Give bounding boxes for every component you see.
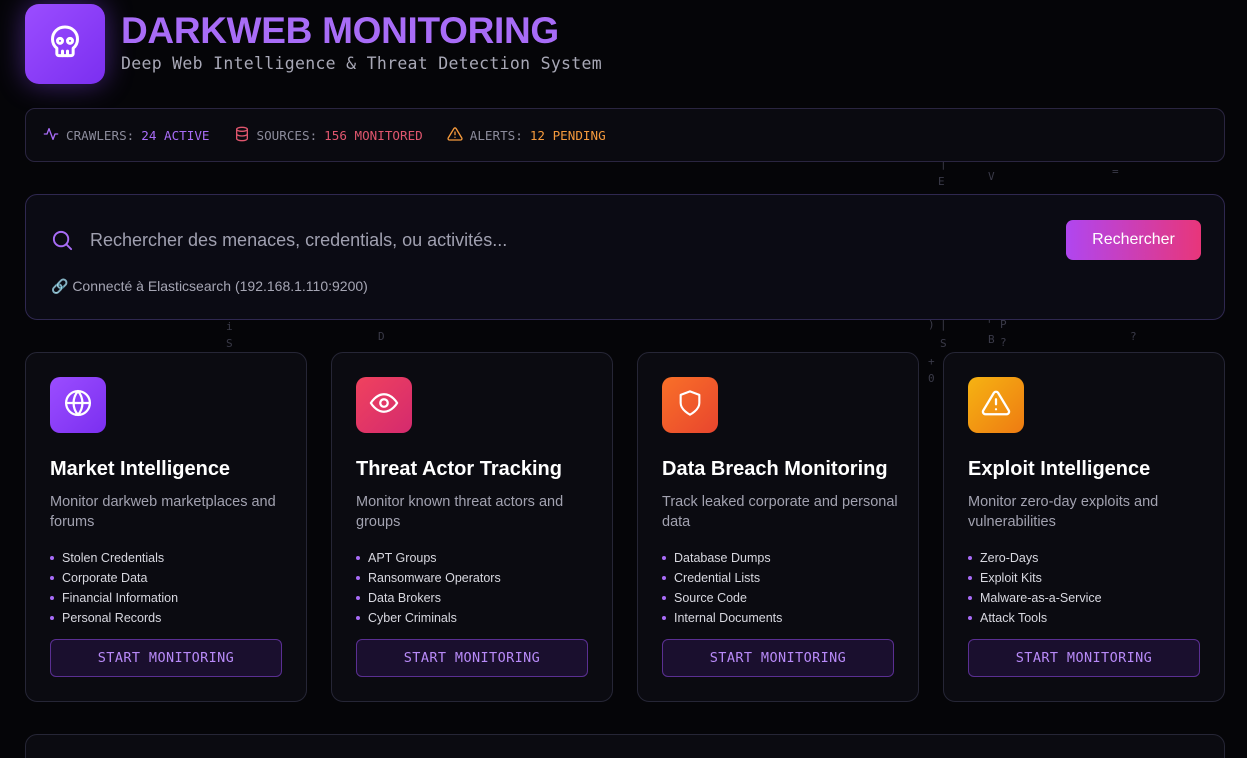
list-item: Corporate Data	[50, 568, 178, 588]
background-glyph: E	[938, 175, 945, 188]
status-crawlers: CRAWLERS: 24 ACTIVE	[43, 126, 210, 145]
status-alerts: ALERTS: 12 PENDING	[447, 126, 606, 145]
page-title: DARKWEB MONITORING	[121, 10, 559, 51]
card-feature-list: Database Dumps Credential Lists Source C…	[662, 548, 782, 628]
eye-icon	[369, 388, 399, 423]
card-feature-list: APT Groups Ransomware Operators Data Bro…	[356, 548, 501, 628]
card-description: Track leaked corporate and personal data	[662, 494, 898, 530]
card-icon-box	[356, 377, 412, 433]
page-subtitle: Deep Web Intelligence & Threat Detection…	[121, 54, 602, 73]
shield-icon	[676, 389, 704, 422]
card-icon-box	[50, 377, 106, 433]
background-glyph: B	[988, 333, 995, 346]
globe-icon	[63, 388, 93, 423]
status-value: 156 MONITORED	[324, 127, 423, 143]
list-item: Ransomware Operators	[356, 568, 501, 588]
list-item: Database Dumps	[662, 548, 782, 568]
card-description: Monitor zero-day exploits and vulnerabil…	[968, 494, 1159, 530]
card-feature-list: Zero-Days Exploit Kits Malware-as-a-Serv…	[968, 548, 1102, 628]
list-item: Internal Documents	[662, 608, 782, 628]
list-item: Zero-Days	[968, 548, 1102, 568]
background-glyph: ?	[1000, 336, 1007, 349]
search-button[interactable]: Rechercher	[1066, 220, 1201, 260]
list-item: Cyber Criminals	[356, 608, 501, 628]
card-title: Threat Actor Tracking	[356, 458, 562, 480]
card-icon-box	[662, 377, 718, 433]
card-description: Monitor known threat actors and groups	[356, 494, 564, 530]
card-feature-list: Stolen Credentials Corporate Data Financ…	[50, 548, 178, 628]
start-monitoring-button[interactable]: START MONITORING	[356, 639, 588, 677]
background-glyph: S	[940, 337, 947, 350]
search-panel: Rechercher 🔗 Connecté à Elasticsearch (1…	[25, 194, 1225, 320]
card-title: Exploit Intelligence	[968, 458, 1151, 480]
activity-icon	[43, 126, 66, 145]
list-item: Financial Information	[50, 588, 178, 608]
card-title: Market Intelligence	[50, 458, 231, 480]
bottom-panel	[25, 734, 1225, 758]
status-bar: CRAWLERS: 24 ACTIVE SOURCES: 156 MONITOR…	[25, 108, 1225, 162]
list-item: Attack Tools	[968, 608, 1102, 628]
alert-triangle-icon	[981, 388, 1011, 423]
list-item: Data Brokers	[356, 588, 501, 608]
app-logo	[25, 4, 105, 84]
status-label: CRAWLERS:	[66, 127, 135, 143]
background-glyph: =	[1112, 165, 1119, 178]
list-item: Malware-as-a-Service	[968, 588, 1102, 608]
card-title: Data Breach Monitoring	[662, 458, 888, 480]
card-market-intelligence: Market Intelligence Monitor darkweb mark…	[25, 352, 307, 702]
list-item: Stolen Credentials	[50, 548, 178, 568]
background-glyph: +	[928, 355, 935, 368]
card-data-breach-monitoring: Data Breach Monitoring Track leaked corp…	[637, 352, 919, 702]
card-exploit-intelligence: Exploit Intelligence Monitor zero-day ex…	[943, 352, 1225, 702]
start-monitoring-button[interactable]: START MONITORING	[662, 639, 894, 677]
status-label: ALERTS:	[469, 127, 523, 143]
background-glyph: V	[988, 170, 995, 183]
list-item: Credential Lists	[662, 568, 782, 588]
list-item: Exploit Kits	[968, 568, 1102, 588]
start-monitoring-button[interactable]: START MONITORING	[50, 639, 282, 677]
list-item: APT Groups	[356, 548, 501, 568]
database-icon	[234, 126, 257, 145]
card-description: Monitor darkweb marketplaces and forums	[50, 494, 276, 530]
status-value: 12 PENDING	[529, 127, 606, 143]
status-label: SOURCES:	[256, 127, 318, 143]
list-item: Personal Records	[50, 608, 178, 628]
background-glyph: D	[378, 330, 385, 343]
list-item: Source Code	[662, 588, 782, 608]
search-input[interactable]	[90, 225, 1030, 255]
background-glyph: i	[226, 320, 233, 333]
skull-icon	[45, 22, 85, 67]
search-icon	[51, 229, 74, 257]
background-glyph: 0	[928, 372, 935, 385]
status-value: 24 ACTIVE	[141, 127, 210, 143]
card-threat-actor-tracking: Threat Actor Tracking Monitor known thre…	[331, 352, 613, 702]
status-sources: SOURCES: 156 MONITORED	[234, 126, 423, 145]
card-icon-box	[968, 377, 1024, 433]
background-glyph: S	[226, 337, 233, 350]
connection-status: 🔗 Connecté à Elasticsearch (192.168.1.11…	[51, 278, 368, 294]
background-glyph: ?	[1130, 330, 1137, 343]
start-monitoring-button[interactable]: START MONITORING	[968, 639, 1200, 677]
alert-triangle-icon	[447, 126, 470, 145]
